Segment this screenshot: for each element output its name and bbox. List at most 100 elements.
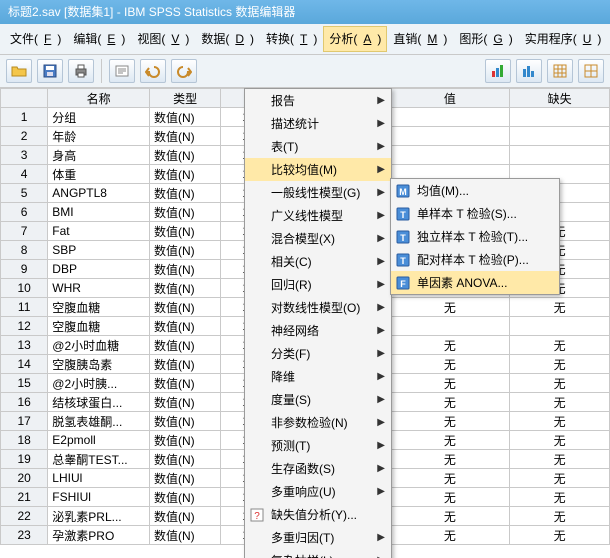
grid2-icon[interactable]: [578, 59, 604, 83]
menu-V[interactable]: 视图(V): [131, 26, 195, 52]
cell-missing[interactable]: 无: [510, 412, 610, 431]
menu-F[interactable]: 文件(F): [4, 26, 67, 52]
cell-name[interactable]: 脱氢表雄酮...: [48, 412, 150, 431]
menu-item[interactable]: M均值(M)...: [391, 179, 559, 202]
menu-item[interactable]: T配对样本 T 检验(P)...: [391, 248, 559, 271]
menu-item[interactable]: 描述统计▶: [245, 112, 391, 135]
cell-missing[interactable]: 无: [510, 336, 610, 355]
cell-type[interactable]: 数值(N): [149, 241, 220, 260]
row-number[interactable]: 16: [1, 393, 48, 412]
row-number[interactable]: 8: [1, 241, 48, 260]
cell-type[interactable]: 数值(N): [149, 184, 220, 203]
menu-item[interactable]: 一般线性模型(G)▶: [245, 181, 391, 204]
menu-item[interactable]: 降维▶: [245, 365, 391, 388]
cell-name[interactable]: SBP: [48, 241, 150, 260]
cell-type[interactable]: 数值(N): [149, 222, 220, 241]
menu-item[interactable]: 回归(R)▶: [245, 273, 391, 296]
cell-type[interactable]: 数值(N): [149, 488, 220, 507]
cell-type[interactable]: 数值(N): [149, 298, 220, 317]
cell-name[interactable]: 身高: [48, 146, 150, 165]
cell-missing[interactable]: 无: [510, 355, 610, 374]
menu-item[interactable]: 比较均值(M)▶: [245, 158, 391, 181]
cell-type[interactable]: 数值(N): [149, 507, 220, 526]
chart2-icon[interactable]: [516, 59, 542, 83]
row-number[interactable]: 15: [1, 374, 48, 393]
row-number[interactable]: 12: [1, 317, 48, 336]
cell-name[interactable]: 分组: [48, 108, 150, 127]
menu-T[interactable]: 转换(T): [260, 26, 323, 52]
cell-name[interactable]: Fat: [48, 222, 150, 241]
menu-item[interactable]: 非参数检验(N)▶: [245, 411, 391, 434]
cell-type[interactable]: 数值(N): [149, 336, 220, 355]
undo-icon[interactable]: [140, 59, 166, 83]
cell-name[interactable]: 结核球蛋白...: [48, 393, 150, 412]
cell-name[interactable]: 年龄: [48, 127, 150, 146]
cell-type[interactable]: 数值(N): [149, 165, 220, 184]
open-icon[interactable]: [6, 59, 32, 83]
menu-item[interactable]: 多重归因(T)▶: [245, 526, 391, 549]
cell-type[interactable]: 数值(N): [149, 355, 220, 374]
cell-name[interactable]: 空腹胰岛素: [48, 355, 150, 374]
cell-missing[interactable]: 无: [510, 431, 610, 450]
menu-G[interactable]: 图形(G): [453, 26, 518, 52]
menu-item[interactable]: 报告▶: [245, 89, 391, 112]
cell-values[interactable]: 无: [390, 412, 510, 431]
cell-type[interactable]: 数值(N): [149, 469, 220, 488]
cell-values[interactable]: 无: [390, 450, 510, 469]
menu-item[interactable]: T独立样本 T 检验(T)...: [391, 225, 559, 248]
cell-missing[interactable]: [510, 317, 610, 336]
cell-values[interactable]: 无: [390, 488, 510, 507]
cell-missing[interactable]: 无: [510, 488, 610, 507]
cell-type[interactable]: 数值(N): [149, 412, 220, 431]
menu-item[interactable]: 生存函数(S)▶: [245, 457, 391, 480]
menu-item[interactable]: 度量(S)▶: [245, 388, 391, 411]
cell-name[interactable]: 泌乳素PRL...: [48, 507, 150, 526]
col-missing[interactable]: 缺失: [510, 89, 610, 108]
menu-item[interactable]: 分类(F)▶: [245, 342, 391, 365]
menu-item[interactable]: F单因素 ANOVA...: [391, 271, 559, 294]
cell-type[interactable]: 数值(N): [149, 127, 220, 146]
redo-icon[interactable]: [171, 59, 197, 83]
cell-missing[interactable]: 无: [510, 450, 610, 469]
menu-item[interactable]: 多重响应(U)▶: [245, 480, 391, 503]
cell-values[interactable]: [390, 127, 510, 146]
cell-missing[interactable]: 无: [510, 507, 610, 526]
cell-values[interactable]: 无: [390, 336, 510, 355]
cell-name[interactable]: 体重: [48, 165, 150, 184]
cell-missing[interactable]: 无: [510, 298, 610, 317]
cell-type[interactable]: 数值(N): [149, 317, 220, 336]
col-name[interactable]: 名称: [48, 89, 150, 108]
menu-item[interactable]: 相关(C)▶: [245, 250, 391, 273]
cell-values[interactable]: [390, 108, 510, 127]
menu-D[interactable]: 数据(D): [195, 26, 260, 52]
grid-icon[interactable]: [547, 59, 573, 83]
cell-missing[interactable]: [510, 127, 610, 146]
cell-name[interactable]: FSHIUl: [48, 488, 150, 507]
cell-name[interactable]: @2小时胰...: [48, 374, 150, 393]
menu-item[interactable]: 复杂抽样(L)▶: [245, 549, 391, 558]
menu-item[interactable]: T单样本 T 检验(S)...: [391, 202, 559, 225]
row-number[interactable]: 7: [1, 222, 48, 241]
row-number[interactable]: 6: [1, 203, 48, 222]
cell-missing[interactable]: 无: [510, 374, 610, 393]
menu-item[interactable]: 对数线性模型(O)▶: [245, 296, 391, 319]
row-number[interactable]: 22: [1, 507, 48, 526]
cell-missing[interactable]: 无: [510, 393, 610, 412]
col-values[interactable]: 值: [390, 89, 510, 108]
cell-type[interactable]: 数值(N): [149, 108, 220, 127]
cell-name[interactable]: @2小时血糖: [48, 336, 150, 355]
cell-type[interactable]: 数值(N): [149, 146, 220, 165]
cell-type[interactable]: 数值(N): [149, 450, 220, 469]
cell-type[interactable]: 数值(N): [149, 374, 220, 393]
row-number[interactable]: 14: [1, 355, 48, 374]
print-icon[interactable]: [68, 59, 94, 83]
cell-name[interactable]: ANGPTL8: [48, 184, 150, 203]
cell-values[interactable]: 无: [390, 507, 510, 526]
menu-E[interactable]: 编辑(E): [67, 26, 131, 52]
menu-item[interactable]: 广义线性模型▶: [245, 204, 391, 227]
cell-type[interactable]: 数值(N): [149, 203, 220, 222]
row-number[interactable]: 5: [1, 184, 48, 203]
row-number[interactable]: 18: [1, 431, 48, 450]
menu-M[interactable]: 直销(M): [387, 26, 453, 52]
cell-name[interactable]: 总睾酮TEST...: [48, 450, 150, 469]
